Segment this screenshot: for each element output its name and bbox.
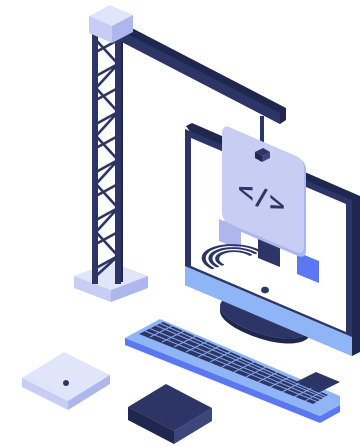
construction-illustration: </> [0, 0, 360, 446]
mini-pc-icon [128, 384, 212, 444]
